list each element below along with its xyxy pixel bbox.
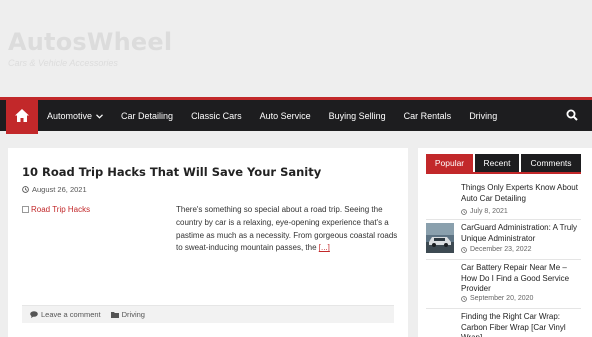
list-item-date: December 23, 2022 xyxy=(461,246,531,253)
nav-item-label: Auto Service xyxy=(259,110,311,121)
nav-item-label: Car Detailing xyxy=(121,110,174,121)
comment-link-label: Leave a comment xyxy=(41,310,101,319)
nav-item-label: Driving xyxy=(469,110,498,121)
site-header: AutosWheel Cars & Vehicle Accessories xyxy=(0,0,592,97)
list-item-title[interactable]: Finding the Right Car Wrap: Carbon Fiber… xyxy=(461,312,581,337)
main-navbar: Automotive Car Detailing Classic Cars Au… xyxy=(0,97,592,134)
home-icon xyxy=(15,109,29,122)
sidebar-tabs: Popular Recent Comments xyxy=(426,154,581,172)
divider xyxy=(426,308,581,309)
tab-comments[interactable]: Comments xyxy=(521,154,581,172)
list-item-date: July 8, 2021 xyxy=(461,208,508,215)
list-item-title[interactable]: CarGuard Administration: A Truly Unique … xyxy=(461,223,581,244)
list-item-title[interactable]: Car Battery Repair Near Me – How Do I Fi… xyxy=(461,263,581,295)
nav-menu: Automotive Car Detailing Classic Cars Au… xyxy=(38,100,506,131)
nav-item-label: Classic Cars xyxy=(191,110,242,121)
list-item-title[interactable]: Things Only Experts Know About Auto Car … xyxy=(461,183,581,204)
tab-popular[interactable]: Popular xyxy=(426,154,473,172)
divider xyxy=(426,219,581,220)
clock-icon xyxy=(22,186,29,193)
category-link[interactable]: Driving xyxy=(110,310,145,319)
site-tagline: Cars & Vehicle Accessories xyxy=(8,58,118,68)
search-icon xyxy=(566,109,578,121)
site-title[interactable]: AutosWheel xyxy=(8,28,172,56)
list-item-date-text: December 23, 2022 xyxy=(470,246,532,253)
nav-item-car-detailing[interactable]: Car Detailing xyxy=(112,100,182,131)
clock-icon xyxy=(461,295,467,302)
list-item[interactable]: Car Battery Repair Near Me – How Do I Fi… xyxy=(426,263,584,307)
chevron-down-icon xyxy=(96,111,103,121)
list-item[interactable]: CarGuard Administration: A Truly Unique … xyxy=(426,223,584,257)
category-link-label: Driving xyxy=(121,310,145,319)
post-thumbnail[interactable]: Road Trip Hacks xyxy=(22,205,90,214)
list-item-thumbnail[interactable] xyxy=(426,223,454,253)
list-item[interactable]: Finding the Right Car Wrap: Carbon Fiber… xyxy=(426,312,584,337)
nav-item-automotive[interactable]: Automotive xyxy=(38,100,112,131)
comment-link[interactable]: Leave a comment xyxy=(30,310,101,319)
post-title[interactable]: 10 Road Trip Hacks That Will Save Your S… xyxy=(22,165,321,179)
nav-item-auto-service[interactable]: Auto Service xyxy=(251,100,320,131)
tab-recent[interactable]: Recent xyxy=(475,154,519,172)
broken-image-icon xyxy=(22,206,29,213)
list-item[interactable]: Things Only Experts Know About Auto Car … xyxy=(426,183,584,217)
divider xyxy=(426,259,581,260)
post-date-text: August 26, 2021 xyxy=(32,185,87,194)
list-item-date-text: September 20, 2020 xyxy=(470,295,534,302)
nav-item-car-rentals[interactable]: Car Rentals xyxy=(395,100,461,131)
nav-item-label: Car Rentals xyxy=(403,110,452,121)
post-footer: Leave a comment Driving xyxy=(22,305,394,323)
list-item-date: September 20, 2020 xyxy=(461,295,533,302)
nav-item-classic-cars[interactable]: Classic Cars xyxy=(182,100,251,131)
post-card: 10 Road Trip Hacks That Will Save Your S… xyxy=(8,148,408,337)
search-button[interactable] xyxy=(566,108,580,122)
comment-icon xyxy=(30,311,38,318)
nav-item-label: Automotive xyxy=(47,110,93,121)
folder-icon xyxy=(110,312,119,318)
tab-underline xyxy=(426,172,581,174)
clock-icon xyxy=(461,208,467,215)
post-date: August 26, 2021 xyxy=(22,185,87,194)
sidebar-widget: Popular Recent Comments Things Only Expe… xyxy=(418,148,592,337)
clock-icon xyxy=(461,246,467,253)
post-excerpt-text: There's something so special about a roa… xyxy=(176,205,398,253)
nav-item-label: Buying Selling xyxy=(328,110,386,121)
nav-item-buying-selling[interactable]: Buying Selling xyxy=(320,100,395,131)
nav-item-driving[interactable]: Driving xyxy=(460,100,506,131)
read-more-link[interactable]: [...] xyxy=(319,243,330,252)
home-button[interactable] xyxy=(6,97,38,134)
post-excerpt: There's something so special about a roa… xyxy=(176,204,398,255)
post-thumbnail-alt: Road Trip Hacks xyxy=(31,205,91,214)
list-item-date-text: July 8, 2021 xyxy=(470,208,508,215)
